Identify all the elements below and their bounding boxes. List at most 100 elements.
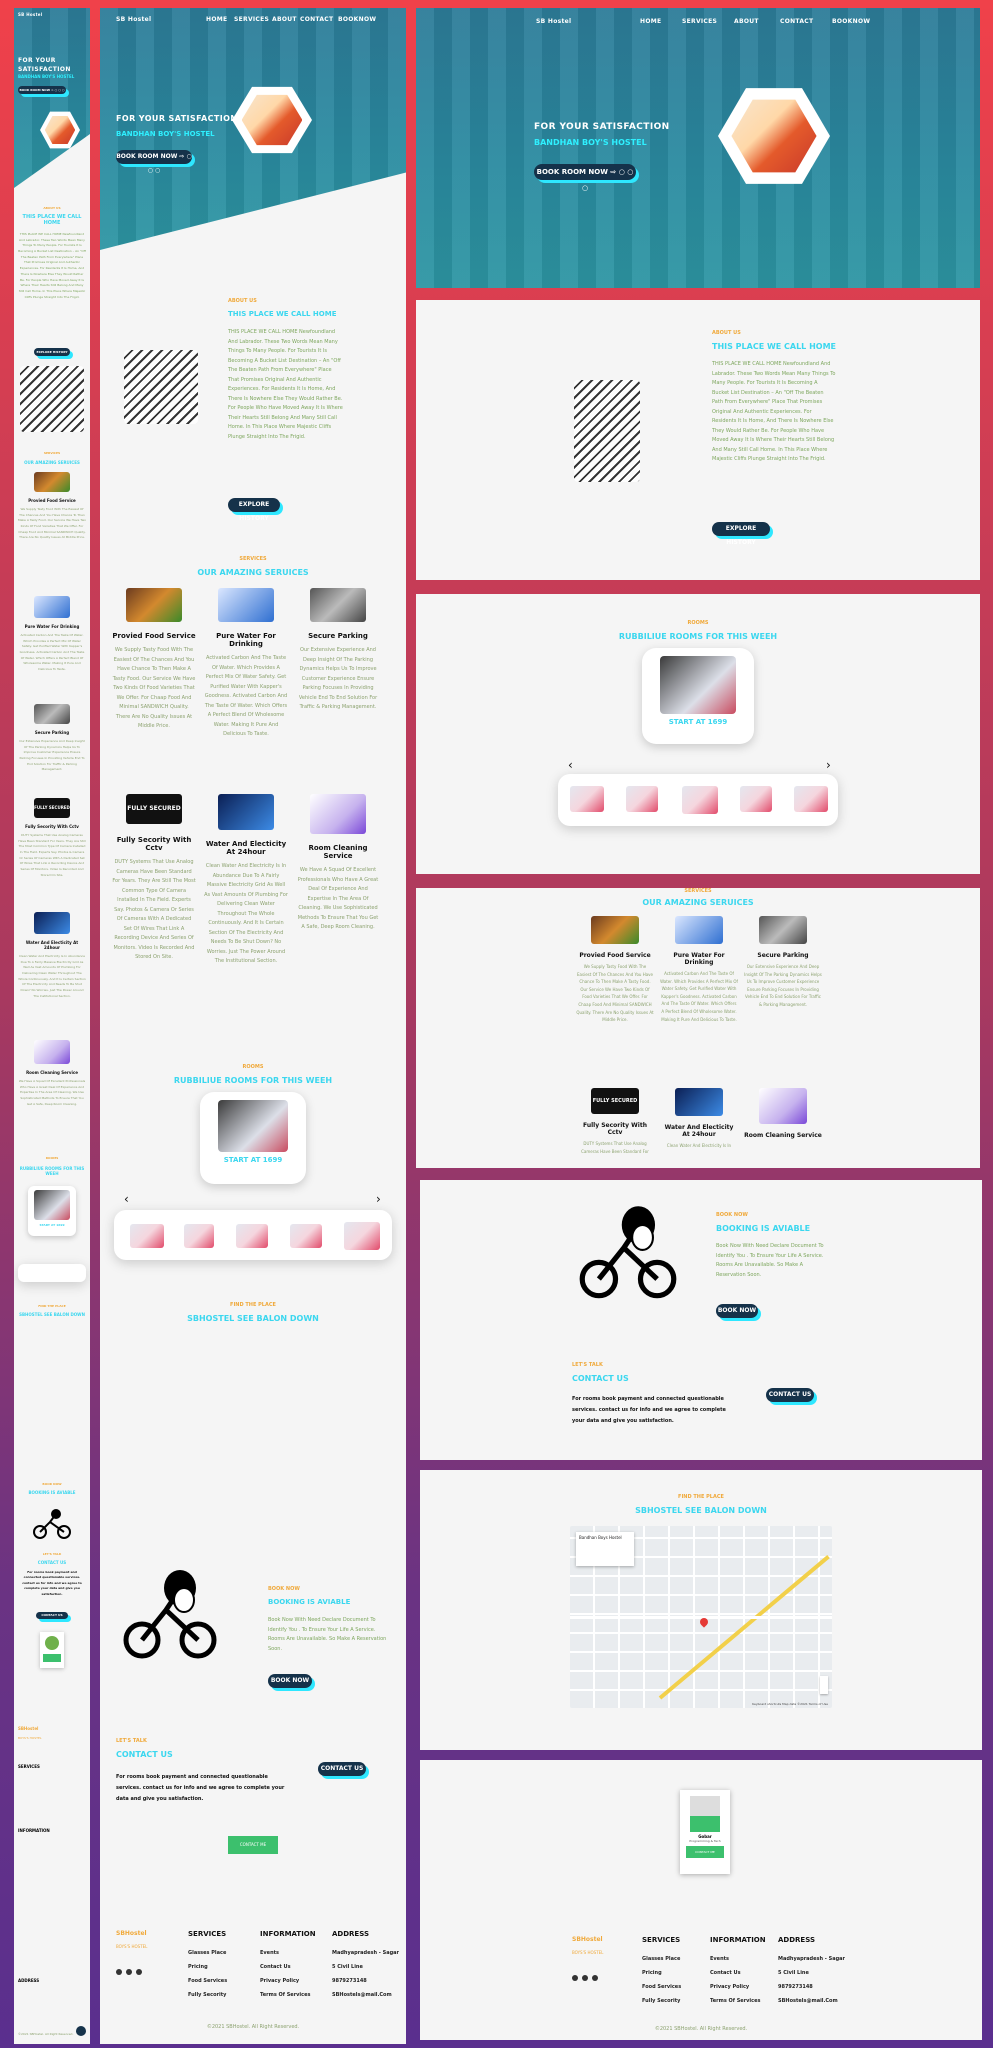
footer-link[interactable]: Privacy Policy — [260, 1978, 299, 1984]
service-title: Secure Parking — [757, 952, 809, 959]
desktop-social-icons[interactable] — [572, 1966, 612, 1985]
electricity-image — [218, 794, 274, 830]
desktop-carousel-next[interactable]: › — [826, 758, 831, 772]
service-text: Activated Carbon And The Taste Of Water.… — [204, 655, 288, 737]
profile-contact-button[interactable] — [43, 1654, 61, 1662]
desktop-nav-home[interactable]: HOME — [640, 18, 661, 25]
service-text: We Supply Tasty Food With The Easiest Of… — [112, 647, 196, 729]
tablet-social-icons[interactable] — [116, 1960, 156, 1979]
footer-link[interactable]: Events — [260, 1950, 279, 1956]
footer-link[interactable]: Events — [710, 1956, 729, 1962]
footer-link[interactable]: Pricing — [188, 1964, 208, 1970]
tablet-room-thumbs[interactable] — [114, 1210, 392, 1260]
instagram-icon[interactable] — [572, 1975, 578, 1981]
desktop-explore-button[interactable]: EXPLORE HISTORY — [712, 522, 770, 546]
room-thumb[interactable] — [740, 786, 772, 812]
tablet-brand[interactable]: SB Hostel — [116, 16, 151, 23]
mobile-contact-heading: CONTACT US — [37, 1560, 67, 1565]
desktop-room-thumbs[interactable] — [558, 774, 838, 826]
footer-link[interactable]: Glasses Place — [188, 1950, 226, 1956]
desktop-services-card: SERVICES OUR AMAZING SERUICES Provied Fo… — [416, 888, 980, 1168]
chat-icon[interactable] — [76, 2026, 86, 2036]
mobile-service-title: Water And Electicity At 24hour — [25, 940, 79, 950]
footer-link[interactable]: Fully Secority — [188, 1992, 226, 1998]
mobile-service-text: Clean Water And Electricity Is In Abunda… — [18, 954, 86, 998]
tablet-service-cleaning: Room Cleaning Service We Have A Squad Of… — [296, 794, 380, 962]
desktop-nav-booknow[interactable]: BOOKNOW — [832, 18, 870, 25]
github-icon[interactable] — [126, 1969, 132, 1975]
tablet-about-photo — [124, 350, 198, 424]
tablet-book-room-button[interactable]: BOOK ROOM NOW ⇨ ○ ○ ○ — [116, 150, 192, 174]
room-thumb[interactable] — [344, 1222, 380, 1250]
room-thumb[interactable] — [626, 786, 658, 812]
service-title: Provied Food Service — [112, 632, 196, 640]
room-thumb[interactable] — [184, 1224, 214, 1248]
bike-icon — [579, 1206, 677, 1299]
mobile-book-room-button[interactable]: BOOK ROOM NOW ⇨ ○ ○ ○ — [18, 86, 66, 94]
room-thumb[interactable] — [794, 786, 828, 812]
room-thumb[interactable] — [236, 1224, 268, 1248]
desktop-brand[interactable]: SB Hostel — [536, 18, 571, 25]
tablet-carousel-prev[interactable]: ‹ — [124, 1192, 129, 1206]
mobile-explore-button[interactable]: EXPLORE HISTORY — [34, 348, 70, 356]
footer-link[interactable]: Glasses Place — [642, 1956, 680, 1962]
room-thumb[interactable] — [130, 1224, 164, 1248]
tablet-nav-about[interactable]: ABOUT — [272, 16, 297, 23]
mobile-brand[interactable]: SB Hostel — [18, 12, 43, 17]
location-map[interactable]: Bandhan Boys Hostel Keyboard shortcuts M… — [570, 1526, 832, 1708]
mobile-service-cleaning: Room Cleaning Service We Have A Squad Of… — [18, 1040, 86, 1125]
tablet-room-card[interactable]: START AT 1699 — [200, 1092, 306, 1184]
desktop-room-card[interactable]: START AT 1699 — [642, 648, 754, 744]
tablet-nav-services[interactable]: SERVICES — [234, 16, 269, 23]
tablet-contact-text: For rooms book payment and connected que… — [116, 1774, 285, 1802]
desktop-contact-button[interactable]: CONTACT US — [766, 1388, 814, 1402]
mobile-rooms-kicker: ROOMS — [45, 1156, 59, 1160]
github-icon[interactable] — [582, 1975, 588, 1981]
mobile-service-food: Provied Food Service We Supply Tasty Foo… — [18, 472, 86, 575]
desktop-booknow-button[interactable]: BOOK NOW — [716, 1304, 758, 1318]
footer-link[interactable]: Food Services — [642, 1984, 681, 1990]
desktop-footer-brand: SBHostel — [572, 1936, 603, 1943]
desktop-nav-about[interactable]: ABOUT — [734, 18, 759, 25]
linkedin-icon[interactable] — [592, 1975, 598, 1981]
profile-contact-button[interactable]: CONTACT ME — [686, 1846, 724, 1858]
desktop-footer-info-h: INFORMATION — [710, 1936, 766, 1944]
tablet-nav-booknow[interactable]: BOOKNOW — [338, 16, 376, 23]
mobile-footer-brand: SBHostel — [18, 1726, 39, 1731]
desktop-book-room-button[interactable]: BOOK ROOM NOW ⇨ ○ ○ ○ — [534, 164, 636, 192]
service-title: Fully Secority With Cctv — [116, 836, 192, 852]
footer-link[interactable]: Food Services — [188, 1978, 227, 1984]
room-thumb[interactable] — [570, 786, 604, 812]
footer-link[interactable]: Pricing — [642, 1970, 662, 1976]
tablet-contact-button[interactable]: CONTACT US — [318, 1762, 366, 1776]
mobile-room-card[interactable]: START AT 1699 — [28, 1186, 76, 1236]
tablet-nav-home[interactable]: HOME — [206, 16, 227, 23]
mobile-contact-button[interactable]: CONTACT US — [36, 1612, 68, 1619]
footer-address-line: Madhyapradesh - Sagar — [778, 1956, 845, 1962]
desktop-about-photo — [574, 380, 640, 482]
tablet-carousel-next[interactable]: › — [376, 1192, 381, 1206]
footer-link[interactable]: Privacy Policy — [710, 1984, 749, 1990]
desktop-carousel-prev[interactable]: ‹ — [568, 758, 573, 772]
desktop-nav-contact[interactable]: CONTACT — [780, 18, 813, 25]
footer-link[interactable]: Fully Secority — [642, 1998, 680, 2004]
footer-link[interactable]: Terms Of Services — [260, 1992, 310, 1998]
footer-link[interactable]: Terms Of Services — [710, 1998, 760, 2004]
footer-link[interactable]: Contact Us — [260, 1964, 291, 1970]
room-thumb[interactable] — [290, 1224, 322, 1248]
service-text: We Have A Squad Of Excellent Professiona… — [297, 867, 379, 930]
tablet-booknow-button[interactable]: BOOK NOW — [268, 1674, 312, 1688]
mobile-room-thumbs[interactable] — [18, 1264, 86, 1282]
tablet-nav-contact[interactable]: CONTACT — [300, 16, 333, 23]
tablet-explore-button[interactable]: EXPLORE HISTORY — [228, 498, 280, 522]
room-thumb[interactable] — [682, 786, 718, 814]
service-title: Room Cleaning Service — [308, 844, 368, 860]
avatar — [690, 1796, 720, 1832]
tablet-profile-button[interactable]: CONTACT ME — [228, 1836, 278, 1854]
linkedin-icon[interactable] — [136, 1969, 142, 1975]
profile-card: Gobar Programming & Tech CONTACT ME — [680, 1790, 730, 1874]
map-zoom-control[interactable] — [820, 1676, 828, 1694]
desktop-nav-services[interactable]: SERVICES — [682, 18, 717, 25]
footer-link[interactable]: Contact Us — [710, 1970, 741, 1976]
instagram-icon[interactable] — [116, 1969, 122, 1975]
